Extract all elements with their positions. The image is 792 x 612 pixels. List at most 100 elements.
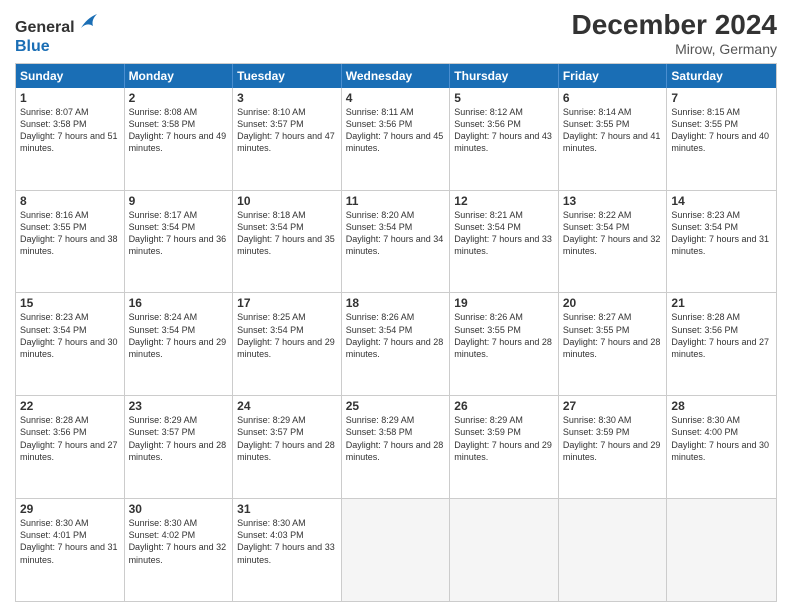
cal-cell-w3d3: 18Sunrise: 8:26 AMSunset: 3:54 PMDayligh…: [342, 293, 451, 395]
header-saturday: Saturday: [667, 64, 776, 88]
cell-info: Sunrise: 8:20 AMSunset: 3:54 PMDaylight:…: [346, 209, 446, 258]
calendar: Sunday Monday Tuesday Wednesday Thursday…: [15, 63, 777, 602]
day-number: 19: [454, 296, 554, 310]
cal-cell-w4d5: 27Sunrise: 8:30 AMSunset: 3:59 PMDayligh…: [559, 396, 668, 498]
cell-info: Sunrise: 8:28 AMSunset: 3:56 PMDaylight:…: [671, 311, 772, 360]
cal-cell-w2d1: 9Sunrise: 8:17 AMSunset: 3:54 PMDaylight…: [125, 191, 234, 293]
cell-info: Sunrise: 8:29 AMSunset: 3:57 PMDaylight:…: [237, 414, 337, 463]
title-section: December 2024 Mirow, Germany: [572, 10, 777, 57]
day-number: 30: [129, 502, 229, 516]
header-sunday: Sunday: [16, 64, 125, 88]
day-number: 27: [563, 399, 663, 413]
cell-info: Sunrise: 8:10 AMSunset: 3:57 PMDaylight:…: [237, 106, 337, 155]
day-number: 2: [129, 91, 229, 105]
cal-cell-w3d1: 16Sunrise: 8:24 AMSunset: 3:54 PMDayligh…: [125, 293, 234, 395]
cell-info: Sunrise: 8:18 AMSunset: 3:54 PMDaylight:…: [237, 209, 337, 258]
cal-cell-w2d2: 10Sunrise: 8:18 AMSunset: 3:54 PMDayligh…: [233, 191, 342, 293]
header-thursday: Thursday: [450, 64, 559, 88]
cal-cell-w3d4: 19Sunrise: 8:26 AMSunset: 3:55 PMDayligh…: [450, 293, 559, 395]
cal-cell-w4d2: 24Sunrise: 8:29 AMSunset: 3:57 PMDayligh…: [233, 396, 342, 498]
day-number: 1: [20, 91, 120, 105]
cal-cell-w2d5: 13Sunrise: 8:22 AMSunset: 3:54 PMDayligh…: [559, 191, 668, 293]
cal-cell-w5d5: [559, 499, 668, 601]
day-number: 14: [671, 194, 772, 208]
cal-cell-w3d2: 17Sunrise: 8:25 AMSunset: 3:54 PMDayligh…: [233, 293, 342, 395]
cell-info: Sunrise: 8:26 AMSunset: 3:55 PMDaylight:…: [454, 311, 554, 360]
day-number: 21: [671, 296, 772, 310]
cell-info: Sunrise: 8:30 AMSunset: 3:59 PMDaylight:…: [563, 414, 663, 463]
cell-info: Sunrise: 8:30 AMSunset: 4:01 PMDaylight:…: [20, 517, 120, 566]
cal-week-2: 8Sunrise: 8:16 AMSunset: 3:55 PMDaylight…: [16, 190, 776, 293]
day-number: 22: [20, 399, 120, 413]
day-number: 9: [129, 194, 229, 208]
cell-info: Sunrise: 8:14 AMSunset: 3:55 PMDaylight:…: [563, 106, 663, 155]
day-number: 31: [237, 502, 337, 516]
cell-info: Sunrise: 8:23 AMSunset: 3:54 PMDaylight:…: [20, 311, 120, 360]
cal-week-4: 22Sunrise: 8:28 AMSunset: 3:56 PMDayligh…: [16, 395, 776, 498]
day-number: 10: [237, 194, 337, 208]
day-number: 11: [346, 194, 446, 208]
cal-cell-w2d4: 12Sunrise: 8:21 AMSunset: 3:54 PMDayligh…: [450, 191, 559, 293]
cal-cell-w3d6: 21Sunrise: 8:28 AMSunset: 3:56 PMDayligh…: [667, 293, 776, 395]
day-number: 24: [237, 399, 337, 413]
cal-cell-w2d0: 8Sunrise: 8:16 AMSunset: 3:55 PMDaylight…: [16, 191, 125, 293]
cell-info: Sunrise: 8:30 AMSunset: 4:03 PMDaylight:…: [237, 517, 337, 566]
page: General Blue December 2024 Mirow, German…: [0, 0, 792, 612]
month-title: December 2024: [572, 10, 777, 41]
cal-cell-w5d1: 30Sunrise: 8:30 AMSunset: 4:02 PMDayligh…: [125, 499, 234, 601]
day-number: 7: [671, 91, 772, 105]
header-wednesday: Wednesday: [342, 64, 451, 88]
calendar-body: 1Sunrise: 8:07 AMSunset: 3:58 PMDaylight…: [16, 88, 776, 601]
cal-cell-w5d6: [667, 499, 776, 601]
logo-general: General: [15, 19, 75, 36]
cell-info: Sunrise: 8:16 AMSunset: 3:55 PMDaylight:…: [20, 209, 120, 258]
location: Mirow, Germany: [572, 41, 777, 57]
day-number: 8: [20, 194, 120, 208]
cal-cell-w1d5: 6Sunrise: 8:14 AMSunset: 3:55 PMDaylight…: [559, 88, 668, 190]
day-number: 20: [563, 296, 663, 310]
day-number: 23: [129, 399, 229, 413]
header-tuesday: Tuesday: [233, 64, 342, 88]
header-monday: Monday: [125, 64, 234, 88]
day-number: 6: [563, 91, 663, 105]
day-number: 25: [346, 399, 446, 413]
cal-week-3: 15Sunrise: 8:23 AMSunset: 3:54 PMDayligh…: [16, 292, 776, 395]
day-number: 3: [237, 91, 337, 105]
cell-info: Sunrise: 8:27 AMSunset: 3:55 PMDaylight:…: [563, 311, 663, 360]
cal-cell-w1d4: 5Sunrise: 8:12 AMSunset: 3:56 PMDaylight…: [450, 88, 559, 190]
cal-cell-w5d4: [450, 499, 559, 601]
cell-info: Sunrise: 8:15 AMSunset: 3:55 PMDaylight:…: [671, 106, 772, 155]
cal-cell-w5d3: [342, 499, 451, 601]
day-number: 13: [563, 194, 663, 208]
header-friday: Friday: [559, 64, 668, 88]
cell-info: Sunrise: 8:21 AMSunset: 3:54 PMDaylight:…: [454, 209, 554, 258]
cell-info: Sunrise: 8:30 AMSunset: 4:02 PMDaylight:…: [129, 517, 229, 566]
cell-info: Sunrise: 8:29 AMSunset: 3:57 PMDaylight:…: [129, 414, 229, 463]
day-number: 17: [237, 296, 337, 310]
cal-week-1: 1Sunrise: 8:07 AMSunset: 3:58 PMDaylight…: [16, 88, 776, 190]
day-number: 18: [346, 296, 446, 310]
cell-info: Sunrise: 8:23 AMSunset: 3:54 PMDaylight:…: [671, 209, 772, 258]
header: General Blue December 2024 Mirow, German…: [15, 10, 777, 57]
day-number: 4: [346, 91, 446, 105]
cell-info: Sunrise: 8:29 AMSunset: 3:59 PMDaylight:…: [454, 414, 554, 463]
cell-info: Sunrise: 8:11 AMSunset: 3:56 PMDaylight:…: [346, 106, 446, 155]
cal-cell-w5d0: 29Sunrise: 8:30 AMSunset: 4:01 PMDayligh…: [16, 499, 125, 601]
day-number: 29: [20, 502, 120, 516]
calendar-header: Sunday Monday Tuesday Wednesday Thursday…: [16, 64, 776, 88]
cal-cell-w1d6: 7Sunrise: 8:15 AMSunset: 3:55 PMDaylight…: [667, 88, 776, 190]
cal-cell-w1d0: 1Sunrise: 8:07 AMSunset: 3:58 PMDaylight…: [16, 88, 125, 190]
day-number: 12: [454, 194, 554, 208]
cal-cell-w3d0: 15Sunrise: 8:23 AMSunset: 3:54 PMDayligh…: [16, 293, 125, 395]
cal-cell-w1d3: 4Sunrise: 8:11 AMSunset: 3:56 PMDaylight…: [342, 88, 451, 190]
day-number: 16: [129, 296, 229, 310]
cell-info: Sunrise: 8:26 AMSunset: 3:54 PMDaylight:…: [346, 311, 446, 360]
day-number: 26: [454, 399, 554, 413]
cell-info: Sunrise: 8:08 AMSunset: 3:58 PMDaylight:…: [129, 106, 229, 155]
cell-info: Sunrise: 8:22 AMSunset: 3:54 PMDaylight:…: [563, 209, 663, 258]
cal-cell-w4d0: 22Sunrise: 8:28 AMSunset: 3:56 PMDayligh…: [16, 396, 125, 498]
cell-info: Sunrise: 8:25 AMSunset: 3:54 PMDaylight:…: [237, 311, 337, 360]
logo-text: General Blue: [15, 10, 99, 56]
day-number: 28: [671, 399, 772, 413]
cal-cell-w2d6: 14Sunrise: 8:23 AMSunset: 3:54 PMDayligh…: [667, 191, 776, 293]
